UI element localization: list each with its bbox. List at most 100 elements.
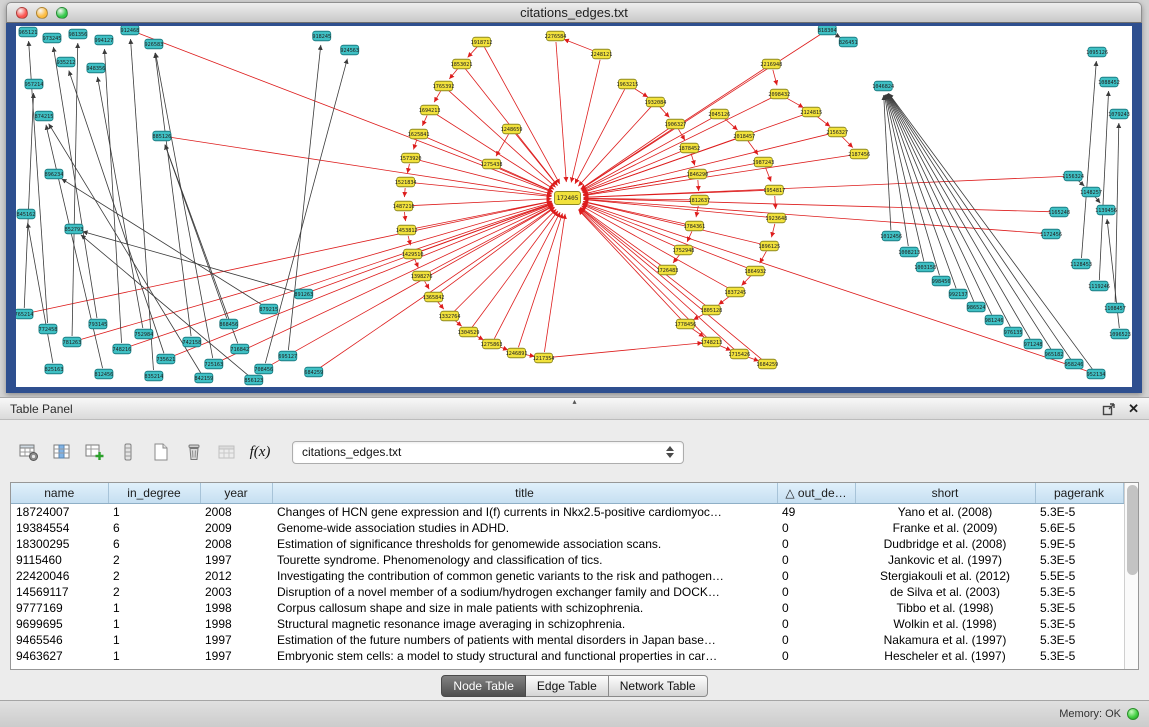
graph-node[interactable]: 992137	[949, 289, 968, 299]
import-table-icon[interactable]	[214, 439, 240, 465]
graph-node[interactable]: 1095126	[1086, 47, 1108, 57]
graph-node[interactable]: 1906327	[664, 119, 686, 129]
table-row[interactable]: 946554611997Estimation of the future num…	[11, 632, 1123, 648]
graph-node[interactable]: 952134	[1087, 369, 1106, 379]
graph-node[interactable]: 1487216	[393, 201, 415, 211]
graph-node[interactable]: 1096523	[1109, 329, 1131, 339]
column-header-short[interactable]: short	[855, 483, 1035, 504]
graph-node[interactable]: 1748213	[700, 337, 722, 347]
graph-node[interactable]: 812456	[95, 369, 114, 379]
zoom-button[interactable]	[56, 7, 68, 19]
graph-node[interactable]: 1217354	[533, 353, 555, 363]
graph-node[interactable]: 1453812	[396, 225, 418, 235]
table-scrollbar[interactable]	[1124, 483, 1140, 669]
graph-node[interactable]: 772458	[39, 324, 58, 334]
tab-node-table[interactable]: Node Table	[441, 675, 526, 697]
delete-icon[interactable]	[181, 439, 207, 465]
graph-node[interactable]: 1156324	[1062, 171, 1084, 181]
graph-node[interactable]: 1837245	[724, 287, 746, 297]
graph-node[interactable]: 2187456	[848, 149, 870, 159]
graph-node[interactable]: 1008213	[898, 247, 920, 257]
graph-node[interactable]: 1625841	[408, 129, 430, 139]
table-row[interactable]: 977716911998Corpus callosum shape and si…	[11, 600, 1123, 616]
graph-node[interactable]: 1778456	[674, 319, 696, 329]
column-header-out_degree[interactable]: △ out_de…	[777, 483, 855, 504]
tab-network-table[interactable]: Network Table	[609, 675, 708, 697]
graph-node[interactable]: 1521834	[395, 177, 417, 187]
graph-node[interactable]: 1726483	[656, 265, 678, 275]
graph-node[interactable]: 976135	[1004, 327, 1023, 337]
single-column-icon[interactable]	[115, 439, 141, 465]
graph-node[interactable]: 752984	[135, 329, 154, 339]
graph-node[interactable]: 981246	[985, 315, 1004, 325]
graph-node[interactable]: 818304	[818, 26, 837, 35]
graph-node[interactable]: 725163	[204, 359, 223, 369]
table-row[interactable]: 969969511998Structural magnetic resonanc…	[11, 616, 1123, 632]
float-panel-icon[interactable]	[1102, 402, 1116, 416]
graph-node[interactable]: 1119246	[1088, 281, 1110, 291]
graph-node[interactable]: 998456	[932, 276, 951, 286]
graph-node[interactable]: 781263	[63, 337, 82, 347]
column-header-title[interactable]: title	[272, 483, 777, 504]
graph-node[interactable]: 958246	[1065, 359, 1084, 369]
graph-node[interactable]: 1573920	[400, 153, 422, 163]
table-row[interactable]: 1830029562008Estimation of significance …	[11, 536, 1123, 552]
graph-node[interactable]: 965121	[19, 27, 38, 37]
graph-node[interactable]: 1684259	[756, 359, 778, 369]
table-row[interactable]: 1456911722003Disruption of a novel membe…	[11, 584, 1123, 600]
graph-node[interactable]: 716842	[230, 344, 249, 354]
graph-node[interactable]: 1398276	[411, 271, 433, 281]
graph-node[interactable]: 742158	[182, 337, 201, 347]
column-header-pagerank[interactable]: pagerank	[1035, 483, 1123, 504]
graph-node[interactable]: 1332764	[439, 311, 461, 321]
graph-node[interactable]: 918245	[312, 31, 331, 41]
table-options-icon[interactable]	[16, 439, 42, 465]
graph-node[interactable]: 1046824	[872, 81, 894, 91]
graph-node[interactable]: 1079243	[1108, 109, 1130, 119]
graph-node[interactable]: 1429510	[402, 249, 424, 259]
graph-node[interactable]: 965182	[1045, 349, 1064, 359]
graph-node[interactable]: 1715426	[728, 349, 750, 359]
graph-node[interactable]: 684259	[304, 367, 323, 377]
graph-node[interactable]: 1275438	[481, 159, 503, 169]
table-select-combobox[interactable]: citations_edges.txt	[292, 441, 684, 464]
graph-node[interactable]: 1932084	[644, 97, 666, 107]
graph-node[interactable]: 1805128	[700, 305, 722, 315]
graph-node[interactable]: 1148257	[1080, 187, 1102, 197]
graph-node[interactable]: 1752948	[672, 245, 694, 255]
graph-node[interactable]: 1987243	[752, 157, 774, 167]
graph-node[interactable]: 874215	[35, 111, 54, 121]
graph-node[interactable]: 1275863	[481, 339, 503, 349]
graph-node[interactable]: 971248	[1024, 339, 1043, 349]
graph-node[interactable]: 856123	[244, 375, 263, 385]
graph-node[interactable]: 935212	[57, 57, 76, 67]
graph-node[interactable]: 1812637	[688, 195, 710, 205]
graph-node[interactable]: 2018457	[733, 131, 755, 141]
graph-node[interactable]: 1864932	[744, 266, 766, 276]
table-row[interactable]: 2242004622012Investigating the contribut…	[11, 568, 1123, 584]
graph-node[interactable]: 748216	[113, 344, 132, 354]
graph-node[interactable]: 1304529	[458, 327, 480, 337]
graph-node[interactable]: 2216948	[760, 59, 782, 69]
window-titlebar[interactable]: citations_edges.txt	[6, 2, 1142, 23]
graph-node[interactable]: 835214	[145, 371, 164, 381]
show-columns-icon[interactable]	[49, 439, 75, 465]
graph-node[interactable]: 172405	[555, 192, 581, 205]
graph-node[interactable]: 1694213	[419, 105, 441, 115]
function-builder-icon[interactable]: f(x)	[247, 439, 273, 465]
graph-node[interactable]: 2124815	[800, 107, 822, 117]
graph-node[interactable]: 2276584	[545, 31, 567, 41]
graph-node[interactable]: 1003158	[914, 262, 936, 272]
table-row[interactable]: 911546021997Tourette syndrome. Phenomeno…	[11, 552, 1123, 568]
graph-node[interactable]: 973245	[43, 33, 62, 43]
graph-node[interactable]: 1139456	[1095, 205, 1117, 215]
graph-node[interactable]: 994127	[95, 35, 114, 45]
graph-node[interactable]: 1246891	[506, 348, 528, 358]
column-header-in_degree[interactable]: in_degree	[108, 483, 200, 504]
graph-node[interactable]: 2248121	[591, 49, 613, 59]
graph-node[interactable]: 896234	[45, 169, 64, 179]
edit-columns-icon[interactable]	[82, 439, 108, 465]
graph-node[interactable]: 1784361	[683, 221, 705, 231]
graph-node[interactable]: 852793	[65, 224, 84, 234]
graph-node[interactable]: 825163	[45, 364, 64, 374]
